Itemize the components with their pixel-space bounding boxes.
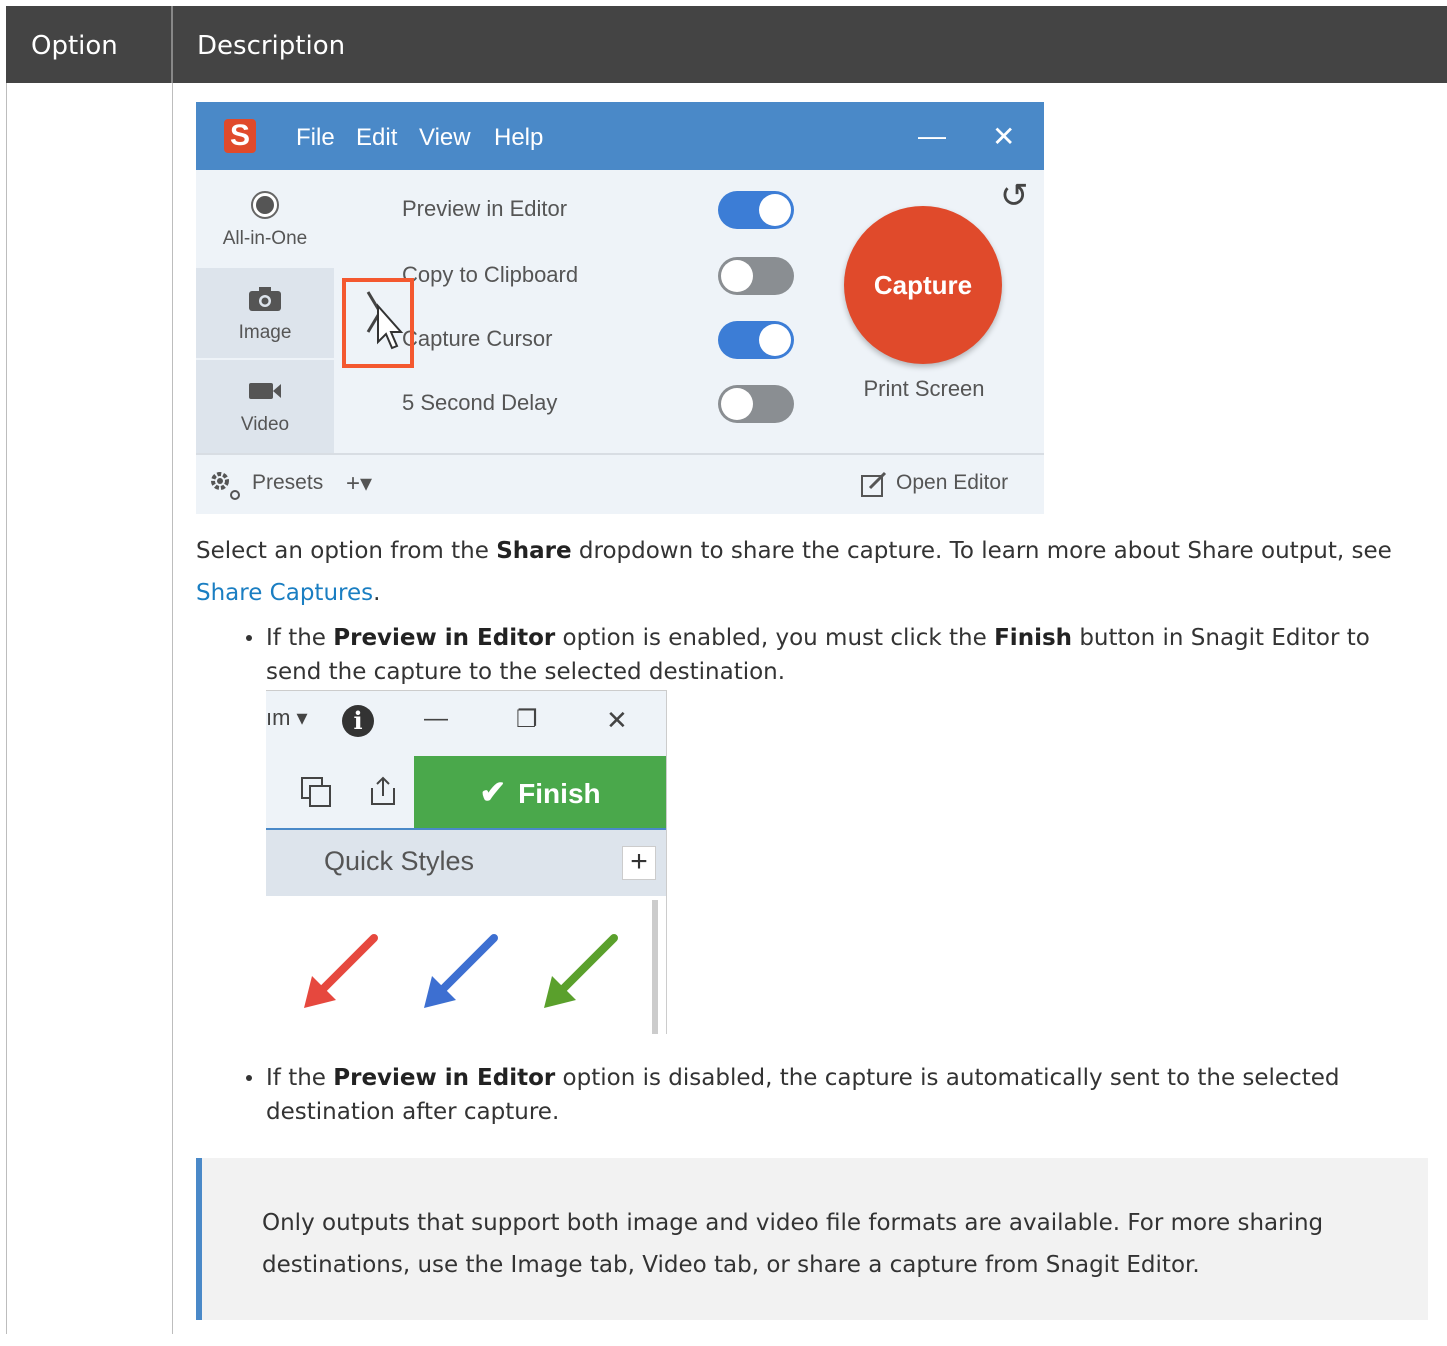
note-callout: Only outputs that support both image and… [196,1158,1428,1320]
table-left-border [6,83,7,1334]
menu-file[interactable]: File [296,124,335,152]
tab-video[interactable]: Video [196,360,334,453]
restore-icon[interactable]: ❐ [516,705,538,734]
copy-icon[interactable] [300,776,334,810]
share-icon[interactable] [368,774,398,808]
list-item: If the Preview in Editor option is disab… [246,1061,1426,1129]
cursor-icon [366,291,404,350]
list-item: If the Preview in Editor option is enabl… [246,621,1426,689]
tab-video-label: Video [240,414,290,435]
toggle-copy-to-clipboard[interactable] [718,257,794,295]
minimize-icon[interactable]: — [424,705,448,733]
snagit-logo-icon: S [224,119,256,153]
intro-text: . [373,580,381,606]
check-icon: ✔ [479,774,507,810]
close-icon[interactable]: ✕ [606,705,628,736]
bullet-text: option is enabled, you must click the [555,625,995,651]
share-captures-link[interactable]: Share Captures [196,580,373,606]
finish-term: Finish [994,625,1073,651]
capture-mode-tabs: All-in-One Image Video [196,170,334,453]
toggle-knob [721,388,753,420]
preview-in-editor-term: Preview in Editor [333,1065,556,1091]
menu-help[interactable]: Help [494,124,543,152]
quick-styles-label: Quick Styles [324,846,475,876]
toggle-knob [759,324,791,356]
column-header-option: Option [31,31,118,61]
tab-all-in-one-label: All-in-One [222,228,308,249]
option-preview-in-editor: Preview in Editor [402,196,568,221]
info-icon[interactable]: i [342,705,374,737]
table-column-divider [172,83,173,1334]
camera-icon [249,287,281,311]
toggle-capture-cursor[interactable] [718,321,794,359]
toggle-knob [759,194,791,226]
radio-icon [251,191,279,219]
preview-in-editor-term: Preview in Editor [333,625,556,651]
finish-button[interactable]: ✔ Finish [414,756,666,828]
option-5-second-delay: 5 Second Delay [402,390,558,415]
minimize-icon[interactable]: — [918,120,946,152]
capture-button[interactable]: Capture [844,206,1002,364]
snagit-editor-window: ım ▾ i — ❐ ✕ ✔ Finish Quick Styles + [266,690,667,1034]
snagit-footer: Presets +▾ Open Editor [196,453,1044,514]
finish-label: Finish [518,778,601,809]
add-style-button[interactable]: + [622,846,656,880]
editor-toolbar: ✔ Finish [266,756,666,830]
option-capture-cursor: Capture Cursor [402,326,553,351]
add-preset-button[interactable]: +▾ [346,469,372,498]
gear-icon[interactable] [208,469,242,501]
menu-edit[interactable]: Edit [356,124,397,152]
page: Option Description S File Edit View Help… [0,0,1447,1334]
capture-cursor-highlight [342,278,414,368]
account-menu[interactable]: ım ▾ [266,705,308,731]
intro-text: dropdown to share the capture. To learn … [571,538,1392,564]
arrow-red-icon[interactable] [296,926,386,1016]
menu-view[interactable]: View [419,124,471,152]
edit-icon [861,471,887,497]
note-text: Only outputs that support both image and… [262,1210,1324,1278]
tab-image-label: Image [238,322,292,343]
intro-paragraph: Select an option from the Share dropdown… [196,530,1426,614]
column-header-description: Description [197,31,346,61]
close-icon[interactable]: ✕ [992,120,1015,153]
share-term: Share [496,538,572,564]
open-editor-button[interactable]: Open Editor [896,471,1008,495]
tab-all-in-one[interactable]: All-in-One [196,170,334,266]
editor-title-bar: ım ▾ i — ❐ ✕ [266,690,666,757]
reset-icon[interactable]: ↺ [1000,176,1029,216]
column-separator [171,6,173,83]
bullet-text: If the [266,625,334,651]
option-copy-to-clipboard: Copy to Clipboard [402,262,579,287]
snagit-capture-window: S File Edit View Help — ✕ All-in-One Ima… [196,102,1044,514]
arrow-blue-icon[interactable] [416,926,506,1016]
styles-scrollbar[interactable] [652,900,658,1034]
arrow-green-icon[interactable] [536,926,626,1016]
bullet-dot [246,635,252,641]
quick-styles-header: Quick Styles + [266,830,666,896]
bullet-text: If the [266,1065,334,1091]
presets-label[interactable]: Presets [252,471,323,495]
table-header: Option Description [6,6,1447,83]
snagit-title-bar: S File Edit View Help — ✕ [196,102,1044,170]
tab-image[interactable]: Image [196,268,334,358]
video-camera-icon [249,383,281,399]
toggle-knob [721,260,753,292]
toggle-preview-in-editor[interactable] [718,191,794,229]
bullet-dot [246,1075,252,1081]
toggle-5-second-delay[interactable] [718,385,794,423]
capture-hotkey: Print Screen [863,376,985,401]
intro-text: Select an option from the [196,538,497,564]
